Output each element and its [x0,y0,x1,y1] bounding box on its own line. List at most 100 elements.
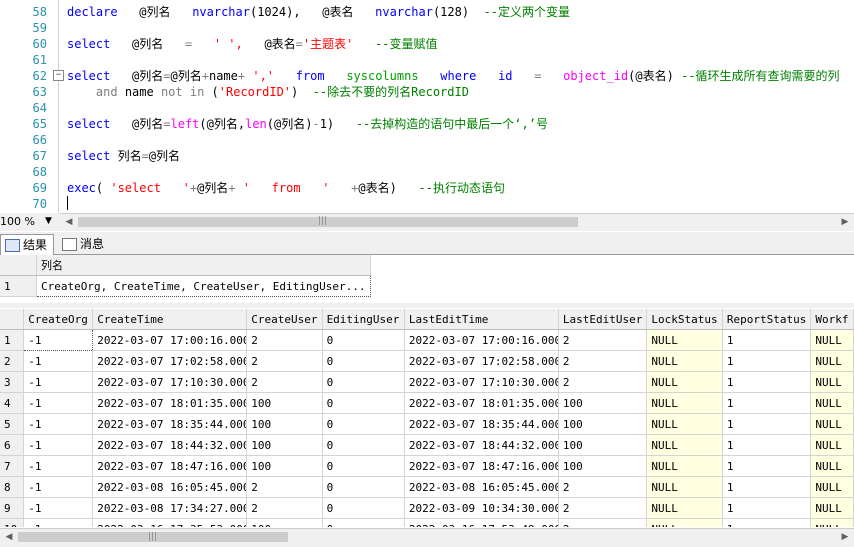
table-cell[interactable]: NULL [646,413,723,435]
table-cell[interactable]: 100 [558,455,648,477]
table-cell[interactable]: 0 [322,329,405,351]
table-cell[interactable]: 2022-03-07 18:47:16.000 [92,455,248,477]
row-number[interactable]: 10 [0,518,25,527]
code-line[interactable]: select @列名=left(@列名,len(@列名)-1) --去掉构造的语… [67,116,548,132]
scrollbar-thumb[interactable] [78,217,578,227]
table-cell[interactable]: 2 [558,518,648,527]
result-grid-2[interactable]: CreateOrg CreateTime CreateUser EditingUser… [0,309,854,527]
table-cell[interactable]: 0 [322,350,405,372]
table-cell[interactable]: 100 [246,455,323,477]
table-row[interactable]: 8 -1 2022-03-08 16:05:45.000 2 0 2022-03-08 1… [0,476,854,498]
table-cell[interactable]: 2 [558,371,648,393]
table-cell[interactable]: NULL [646,434,723,456]
table-cell[interactable]: 2 [246,371,323,393]
table-cell[interactable]: 2 [246,476,323,498]
scroll-left-icon[interactable]: ◀ [2,530,16,544]
row-number[interactable]: 1 [0,329,25,351]
table-cell[interactable]: 2022-03-09 10:34:30.000 [404,497,559,519]
row-number[interactable]: 6 [0,434,25,456]
table-cell[interactable]: -1 [23,434,94,456]
table-cell[interactable]: 1 [722,476,812,498]
table-cell[interactable]: -1 [23,518,94,527]
row-number[interactable]: 7 [0,455,25,477]
tab-messages[interactable]: 消息 [58,234,110,254]
table-cell[interactable]: NULL [646,497,723,519]
table-cell[interactable]: 2 [246,497,323,519]
table-cell[interactable]: 0 [322,455,405,477]
table-cell[interactable]: 1 [722,434,812,456]
table-row[interactable]: 5 -1 2022-03-07 18:35:44.000 100 0 2022-03-07… [0,413,854,435]
table-cell[interactable]: 2022-03-07 18:35:44.000 [92,413,248,435]
table-cell[interactable]: 2022-03-08 17:34:27.000 [92,497,248,519]
table-row[interactable]: 2 -1 2022-03-07 17:02:58.000 2 0 2022-03-07 1… [0,350,854,372]
row-number[interactable]: 9 [0,497,25,519]
table-cell[interactable]: 1 [722,350,812,372]
table-cell[interactable]: 100 [246,392,323,414]
table-cell[interactable]: NULL [810,329,854,351]
code-line[interactable]: declare @列名 nvarchar(1024), @表名 nvarchar… [67,4,570,20]
zoom-dropdown[interactable]: 100 % ▼ [0,213,60,230]
table-cell[interactable]: -1 [23,392,94,414]
table-cell[interactable]: 2022-03-07 17:02:58.000 [404,350,559,372]
table-cell[interactable]: 1 [722,518,812,527]
row-number[interactable]: 2 [0,350,25,372]
table-row[interactable]: 10-12022-03-16 17:35:53.00010002022-03-1… [0,518,854,527]
column-header[interactable]: LastEditUser [558,309,648,330]
editor-horizontal-scrollbar[interactable]: ◀ ||| ▶ [0,213,854,231]
table-row[interactable]: 7 -1 2022-03-07 18:47:16.000 100 0 2022-03-07… [0,455,854,477]
table-cell[interactable]: 2022-03-08 16:05:45.000 [92,476,248,498]
table-cell[interactable]: 2022-03-07 17:00:16.000 [92,329,248,351]
table-cell[interactable]: NULL [810,392,854,414]
code-line[interactable]: select @列名=@列名+name+ ',' from syscolumns… [67,68,840,84]
table-cell[interactable]: 0 [322,392,405,414]
row-number[interactable]: 8 [0,476,25,498]
column-header[interactable]: LockStatus [646,309,723,330]
table-cell[interactable]: NULL [646,350,723,372]
row-number[interactable]: 1 [0,275,37,297]
table-cell[interactable]: 100 [558,434,648,456]
column-header[interactable]: Workf [810,309,854,330]
table-cell[interactable]: -1 [23,497,94,519]
table-cell[interactable]: NULL [646,455,723,477]
table-cell[interactable]: -1 [23,476,94,498]
column-header[interactable]: CreateUser [246,309,323,330]
table-cell[interactable]: 1 [722,455,812,477]
table-cell[interactable]: 2 [246,329,323,351]
column-header[interactable]: CreateOrg [23,309,94,330]
table-cell[interactable]: 2022-03-16 17:35:53.000 [92,518,248,527]
row-number[interactable]: 3 [0,371,25,393]
table-cell[interactable]: 1 [722,497,812,519]
column-header[interactable]: EditingUser [322,309,405,330]
collapse-icon[interactable]: − [53,70,64,81]
table-cell[interactable]: -1 [23,350,94,372]
table-cell[interactable]: 1 [722,371,812,393]
table-cell[interactable]: 1 [722,329,812,351]
table-cell[interactable]: NULL [810,434,854,456]
table-cell[interactable]: 1 [722,413,812,435]
table-cell[interactable]: 0 [322,434,405,456]
table-row[interactable]: 9 -1 2022-03-08 17:34:27.000 2 0 2022-03-09 1… [0,497,854,519]
table-cell[interactable]: 2022-03-07 18:35:44.000 [404,413,559,435]
table-cell[interactable]: 2022-03-07 17:02:58.000 [92,350,248,372]
code-line[interactable]: exec( 'select '+@列名+ ' from ' +@表名) --执行… [67,180,505,196]
table-cell[interactable]: NULL [646,476,723,498]
column-header[interactable]: LastEditTime [404,309,559,330]
code-line[interactable]: select @列名 = ' ', @表名='主题表' --变量赋值 [67,36,438,52]
table-cell[interactable]: NULL [810,476,854,498]
row-number[interactable]: 5 [0,413,25,435]
table-cell[interactable]: 100 [246,518,323,527]
table-cell[interactable]: 2022-03-07 18:01:35.000 [92,392,248,414]
table-cell[interactable]: 0 [322,497,405,519]
table-cell[interactable]: 0 [322,413,405,435]
table-cell[interactable]: 2022-03-16 17:53:49.000 [404,518,559,527]
table-cell[interactable]: 2022-03-07 17:10:30.000 [92,371,248,393]
table-cell[interactable]: 2022-03-07 17:10:30.000 [404,371,559,393]
row-number[interactable]: 4 [0,392,25,414]
scroll-right-icon[interactable]: ▶ [838,215,852,229]
table-row[interactable]: 1 -1 2022-03-07 17:00:16.000 2 0 2022-03-07 1… [0,329,854,351]
table-cell[interactable]: 2 [558,350,648,372]
table-cell[interactable]: 0 [322,518,405,527]
table-cell[interactable]: 100 [558,413,648,435]
table-cell[interactable]: NULL [646,518,723,527]
result-cell[interactable]: CreateOrg, CreateTime, CreateUser, Editi… [36,275,371,297]
